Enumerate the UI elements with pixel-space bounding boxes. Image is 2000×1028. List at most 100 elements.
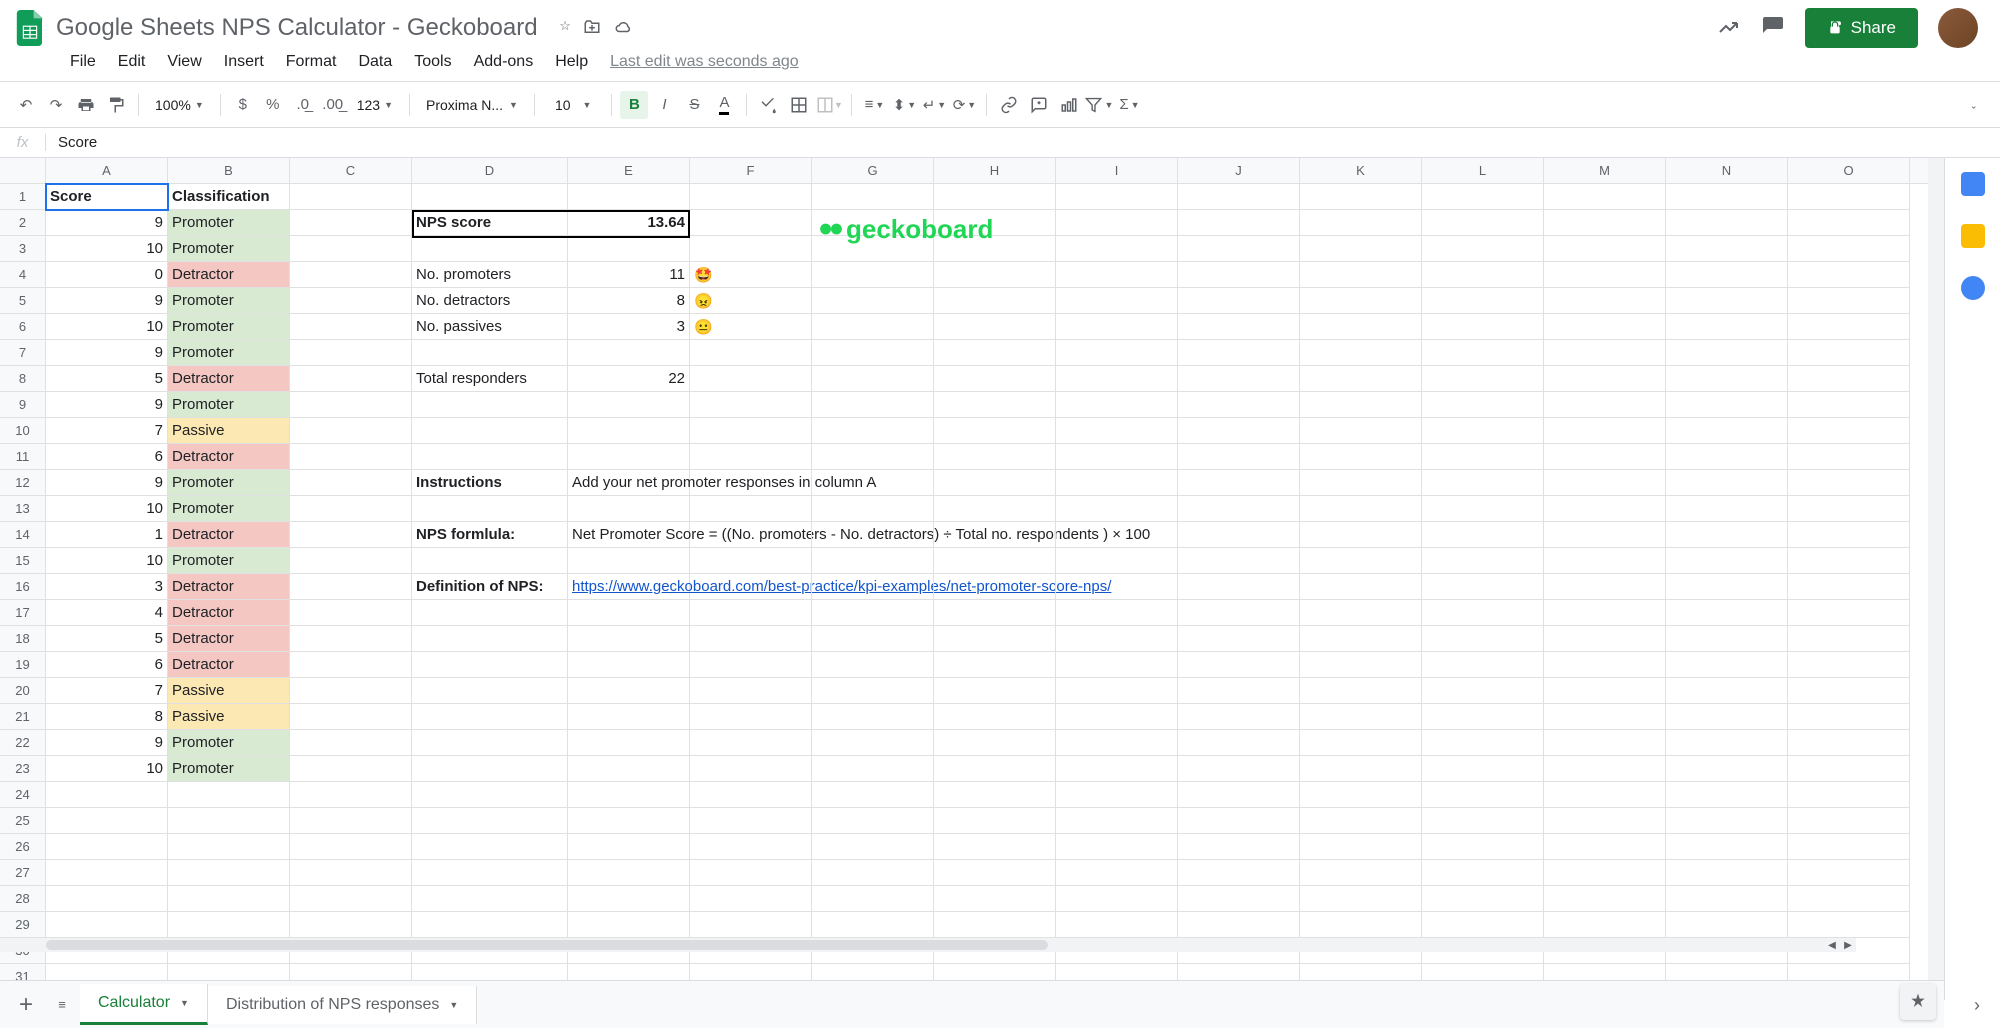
- cell[interactable]: [290, 236, 412, 262]
- valign-icon[interactable]: ⬍▼: [890, 91, 918, 119]
- col-header[interactable]: M: [1544, 158, 1666, 183]
- cell[interactable]: [1178, 808, 1300, 834]
- cell[interactable]: [1178, 912, 1300, 938]
- cell[interactable]: Passive: [168, 704, 290, 730]
- cell[interactable]: [1056, 210, 1178, 236]
- cell[interactable]: 6: [46, 652, 168, 678]
- row-header[interactable]: 22: [0, 730, 45, 756]
- col-header[interactable]: L: [1422, 158, 1544, 183]
- cell[interactable]: [290, 496, 412, 522]
- cell[interactable]: [690, 782, 812, 808]
- cell[interactable]: [1056, 496, 1178, 522]
- cell[interactable]: [1056, 808, 1178, 834]
- cell[interactable]: [934, 548, 1056, 574]
- cell[interactable]: [1178, 860, 1300, 886]
- cell[interactable]: [290, 470, 412, 496]
- cell[interactable]: [812, 262, 934, 288]
- cell[interactable]: [934, 262, 1056, 288]
- cell[interactable]: [1178, 366, 1300, 392]
- cell[interactable]: [1300, 704, 1422, 730]
- cell[interactable]: [1544, 522, 1666, 548]
- halign-icon[interactable]: ≡▼: [860, 91, 888, 119]
- spreadsheet-grid[interactable]: ABCDEFGHIJKLMNO 123456789101112131415161…: [0, 158, 1928, 1000]
- cell[interactable]: 7: [46, 678, 168, 704]
- cell[interactable]: Promoter: [168, 470, 290, 496]
- row-header[interactable]: 25: [0, 808, 45, 834]
- cell[interactable]: 5: [46, 366, 168, 392]
- cell[interactable]: [568, 600, 690, 626]
- cell[interactable]: [934, 756, 1056, 782]
- cell[interactable]: [1056, 548, 1178, 574]
- cell[interactable]: [1300, 444, 1422, 470]
- cell[interactable]: [1788, 262, 1910, 288]
- cell[interactable]: Promoter: [168, 340, 290, 366]
- functions-icon[interactable]: Σ▼: [1115, 91, 1143, 119]
- cell[interactable]: [690, 626, 812, 652]
- cell[interactable]: [812, 184, 934, 210]
- cell[interactable]: [934, 522, 1056, 548]
- cell[interactable]: [1544, 834, 1666, 860]
- menu-view[interactable]: View: [157, 49, 211, 75]
- cell[interactable]: [1422, 652, 1544, 678]
- move-icon[interactable]: [583, 18, 601, 39]
- cell[interactable]: [1666, 470, 1788, 496]
- cell[interactable]: [1300, 626, 1422, 652]
- cell[interactable]: [1422, 236, 1544, 262]
- cell[interactable]: [812, 496, 934, 522]
- menu-help[interactable]: Help: [545, 49, 598, 75]
- cell[interactable]: 7: [46, 418, 168, 444]
- cell[interactable]: [1544, 236, 1666, 262]
- cell[interactable]: [1422, 314, 1544, 340]
- cell[interactable]: [812, 392, 934, 418]
- cell[interactable]: Add your net promoter responses in colum…: [568, 470, 690, 496]
- cell[interactable]: [412, 730, 568, 756]
- cell[interactable]: [1788, 418, 1910, 444]
- cell[interactable]: [1788, 314, 1910, 340]
- cell[interactable]: [690, 496, 812, 522]
- cell[interactable]: [290, 808, 412, 834]
- cell[interactable]: [1788, 288, 1910, 314]
- row-header[interactable]: 29: [0, 912, 45, 938]
- cell[interactable]: [1666, 678, 1788, 704]
- cell[interactable]: 10: [46, 236, 168, 262]
- cell[interactable]: [1300, 574, 1422, 600]
- cell[interactable]: [1178, 782, 1300, 808]
- row-header[interactable]: 26: [0, 834, 45, 860]
- cell[interactable]: [812, 314, 934, 340]
- undo-icon[interactable]: ↶: [12, 91, 40, 119]
- cell[interactable]: [1178, 600, 1300, 626]
- cell[interactable]: [1178, 184, 1300, 210]
- cell[interactable]: [1300, 210, 1422, 236]
- cell[interactable]: Promoter: [168, 392, 290, 418]
- cell[interactable]: [412, 236, 568, 262]
- cell[interactable]: [1300, 184, 1422, 210]
- cell[interactable]: [412, 756, 568, 782]
- cell[interactable]: [1422, 444, 1544, 470]
- strike-button[interactable]: S: [680, 91, 708, 119]
- cell[interactable]: [568, 548, 690, 574]
- cell[interactable]: [812, 730, 934, 756]
- cell[interactable]: [412, 886, 568, 912]
- cell[interactable]: NPS score: [412, 210, 568, 236]
- cell[interactable]: [1300, 912, 1422, 938]
- zoom-select[interactable]: 100%▼: [147, 93, 212, 117]
- cell[interactable]: 13.64: [568, 210, 690, 236]
- cell[interactable]: 😐: [690, 314, 812, 340]
- col-header[interactable]: C: [290, 158, 412, 183]
- cell[interactable]: [934, 782, 1056, 808]
- cell[interactable]: 3: [46, 574, 168, 600]
- cell[interactable]: [812, 288, 934, 314]
- cell[interactable]: [1056, 860, 1178, 886]
- row-header[interactable]: 20: [0, 678, 45, 704]
- trend-icon[interactable]: [1717, 15, 1741, 42]
- cell[interactable]: [1544, 210, 1666, 236]
- cell[interactable]: [1300, 652, 1422, 678]
- cell[interactable]: [934, 340, 1056, 366]
- cell[interactable]: [934, 834, 1056, 860]
- cell[interactable]: [812, 834, 934, 860]
- cell[interactable]: [46, 808, 168, 834]
- horizontal-scrollbar[interactable]: ◀ ▶: [0, 938, 1856, 952]
- cell[interactable]: [1422, 340, 1544, 366]
- decimal-decrease-icon[interactable]: .0̲: [289, 91, 317, 119]
- cell[interactable]: [1178, 288, 1300, 314]
